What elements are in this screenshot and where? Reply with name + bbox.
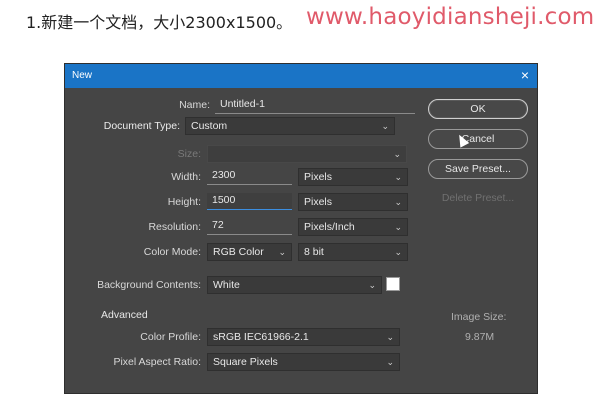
background-contents-label: Background Contents: [97,279,201,291]
chevron-down-icon: ⌄ [393,149,401,159]
dialog-title: New [72,70,93,81]
document-type-value: Custom [191,120,228,132]
close-icon[interactable]: × [521,67,529,83]
size-select: ⌄ [207,145,407,163]
chevron-down-icon: ⌄ [394,172,402,182]
resolution-unit-select[interactable]: Pixels/Inch ⌄ [298,218,408,236]
document-type-select[interactable]: Custom ⌄ [185,117,395,135]
height-unit-select[interactable]: Pixels ⌄ [298,193,408,211]
cancel-button[interactable]: Cancel [428,129,528,149]
chevron-down-icon: ⌄ [394,247,402,257]
image-size-label: Image Size: [451,311,507,323]
document-type-label: Document Type: [103,120,180,132]
new-document-dialog: New × Name: Untitled-1 Document Type: Cu… [64,63,538,394]
save-preset-button[interactable]: Save Preset... [428,159,528,179]
resolution-unit-value: Pixels/Inch [304,221,355,233]
chevron-down-icon: ⌄ [394,197,402,207]
resolution-label: Resolution: [148,221,201,233]
advanced-section-label: Advanced [101,309,148,321]
name-input[interactable]: Untitled-1 [215,97,415,114]
width-unit-value: Pixels [304,171,333,183]
chevron-down-icon: ⌄ [278,247,286,257]
delete-preset-button: Delete Preset... [441,192,515,204]
background-contents-select[interactable]: White ⌄ [207,276,382,294]
pixel-aspect-ratio-select[interactable]: Square Pixels ⌄ [207,353,400,371]
image-size-value: 9.87M [465,331,495,343]
color-profile-select[interactable]: sRGB IEC61966-2.1 ⌄ [207,328,400,346]
color-mode-label: Color Mode: [143,246,201,258]
ok-button[interactable]: OK [428,99,528,119]
background-contents-value: White [213,279,240,291]
resolution-input[interactable]: 72 [207,218,292,235]
height-label: Height: [167,196,201,208]
bit-depth-value: 8 bit [304,246,324,258]
height-unit-value: Pixels [304,196,333,208]
background-color-swatch[interactable] [386,277,400,291]
bit-depth-select[interactable]: 8 bit ⌄ [298,243,408,261]
width-label: Width: [171,171,201,183]
chevron-down-icon: ⌄ [381,121,389,131]
color-mode-value: RGB Color [213,246,264,258]
chevron-down-icon: ⌄ [394,222,402,232]
chevron-down-icon: ⌄ [368,280,376,290]
chevron-down-icon: ⌄ [386,332,394,342]
site-url: www.haoyidiansheji.com [306,4,595,30]
pixel-aspect-ratio-label: Pixel Aspect Ratio: [113,356,201,368]
caption-text: 1.新建一个文档，大小2300x1500。 [26,13,293,32]
color-profile-value: sRGB IEC61966-2.1 [213,331,309,343]
width-input[interactable]: 2300 [207,168,292,185]
height-input[interactable]: 1500 [207,193,292,210]
width-unit-select[interactable]: Pixels ⌄ [298,168,408,186]
color-profile-label: Color Profile: [140,331,201,343]
dialog-titlebar: New × [65,64,537,88]
size-label: Size: [177,148,201,160]
color-mode-select[interactable]: RGB Color ⌄ [207,243,292,261]
pixel-aspect-ratio-value: Square Pixels [213,356,278,368]
name-label: Name: [179,99,210,111]
chevron-down-icon: ⌄ [386,357,394,367]
